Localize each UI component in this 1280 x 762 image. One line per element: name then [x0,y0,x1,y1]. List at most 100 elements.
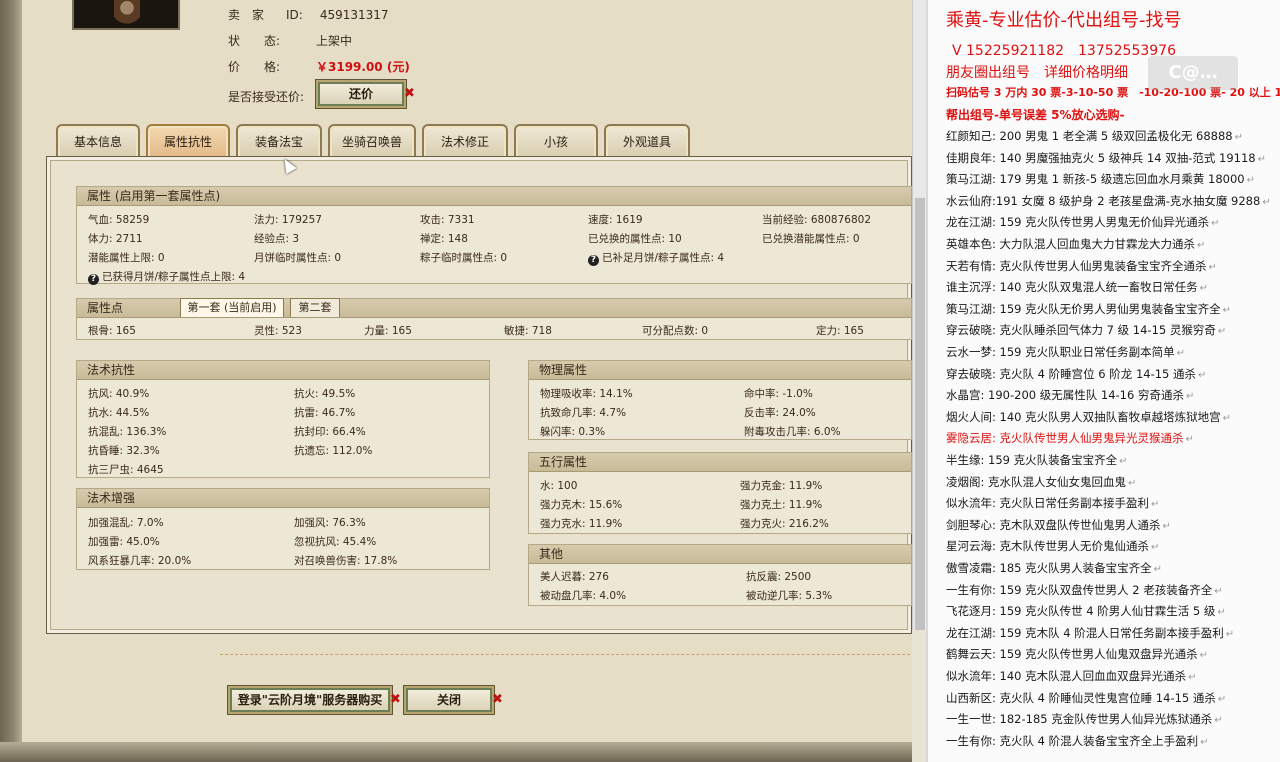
stat-cell: 强力克土: 11.9% [740,499,823,511]
ad-list-item: 似水流年: 140 克木队混人回血血双盘异光通杀 ↵ [946,668,1197,684]
ad-list-item: 似水流年: 克火队日常任务副本接手盈利 ↵ [946,495,1159,511]
ad-list-item-text: 一生有你: 159 克火队双盘传世男人 2 老孩装备齐全 [946,582,1213,597]
paragraph-mark-icon: ↵ [1119,456,1128,467]
stat-cell: 体力: 2711 [88,233,143,245]
ad-panel: 乘黄-专业估价-代出组号-找号 V 15225921182 1375255397… [926,0,1280,762]
stat-cell: 加强风: 76.3% [294,517,366,529]
close-button[interactable]: 关闭 [404,686,494,714]
stat-cell: 已兑换潜能属性点: 0 [762,233,860,245]
tab-attributes-resistance[interactable]: 属性抗性 [146,124,230,158]
stat-cell: 定力: 165 [816,325,864,337]
paragraph-mark-icon: ↵ [1151,499,1160,511]
ad-list-item-text: 一生有你: 克火队 4 阶混人装备宝宝齐全上手盈利 [946,733,1199,748]
divider [220,654,910,655]
seller-id: 459131317 [319,8,389,22]
magic-resistance-title: 法术抗性 [77,361,489,380]
ad-contact: V 15225921182 13752553976 [952,43,1176,59]
stat-cell: 敏捷: 718 [504,325,552,337]
magic-boost-title: 法术增强 [77,489,489,508]
stat-cell: 已兑换的属性点: 10 [588,233,682,245]
close-x-icon: ✖ [492,692,503,707]
stat-cell: 可分配点数: 0 [642,325,709,337]
ad-list-item-text: 半生缘: 159 克火队装备宝宝齐全 [946,453,1118,467]
ad-list-item-text: 龙在江湖: 159 克木队 4 阶混人日常任务副本接手盈利 [946,625,1224,640]
stat-cell: 抗混乱: 136.3% [88,426,167,438]
stat-cell: 附毒攻击几率: 6.0% [744,426,841,438]
ad-list-item-text: 似水流年: 140 克木队混人回血血双盘异光通杀 [946,669,1187,683]
tab-appearance-items[interactable]: 外观道具 [604,124,690,158]
paragraph-mark-icon: ↵ [1211,218,1220,230]
points-set-2-tab[interactable]: 第二套 [290,298,340,317]
id-label: ID: [286,8,303,22]
ad-list-item-text: 策马江湖: 179 男鬼 1 新孩-5 级遗忘回血水月乘黄 18000 [946,172,1245,187]
price-value: ￥3199.00 (元) [316,60,410,74]
paragraph-mark-icon: ↵ [1153,564,1163,575]
ad-list-item-text: 雾隐云居: 克火队传世男人仙男鬼异光灵猴通杀 [946,431,1184,446]
ad-list-item-text: 佳期良年: 140 男魔强抽克火 5 级神兵 14 双抽-范式 19118 [946,150,1256,165]
ad-list-item: 飞花逐月: 159 克火队传世 4 阶男人仙甘霖生活 5 级 ↵ [946,603,1226,619]
ad-list-item: 龙在江湖: 159 克火队传世男人男鬼无价仙异光通杀 ↵ [946,214,1220,230]
ad-list-item: 一生有你: 克火队 4 阶混人装备宝宝齐全上手盈利 ↵ [946,733,1209,749]
ad-list-item: 傲雪凌霜: 185 克火队男人装备宝宝齐全 ↵ [946,560,1162,576]
stat-cell: 攻击: 7331 [420,214,475,226]
tab-basic-info[interactable]: 基本信息 [56,124,140,158]
paragraph-mark-icon: ↵ [1176,348,1186,359]
stat-cell: 当前经验: 680876802 [762,214,871,226]
ad-list-item: 鹤舞云天: 159 克火队传世男人仙鬼双盘异光通杀 ↵ [946,646,1208,662]
seller-row: 卖 家 ID: 459131317 [228,6,389,23]
counter-offer-button[interactable]: 还价 [316,80,406,108]
tab-spell-correction[interactable]: 法术修正 [422,124,508,158]
ad-list-item: 穿去破晓: 克火队 4 阶睡宫位 6 阶龙 14-15 通杀 ↵ [946,366,1206,382]
ad-list-item-text: 策马江湖: 159 克火队无价男人男仙男鬼装备宝宝齐全 [946,301,1221,316]
window-frame-bottom [0,742,912,762]
stat-cell: 灵性: 523 [254,325,302,337]
counter-offer-row: 是否接受还价: [228,88,304,105]
ad-list-item: 佳期良年: 140 男魔强抽克火 5 级神兵 14 双抽-范式 19118 ↵ [946,150,1266,166]
stat-cell: 忽视抗风: 45.4% [294,536,377,548]
stat-cell: 物理吸收率: 14.1% [540,388,633,400]
stat-cell: 加强雷: 45.0% [88,536,160,548]
tab-children[interactable]: 小孩 [514,124,598,158]
close-x-icon: ✖ [404,86,415,101]
paragraph-mark-icon: ↵ [1225,628,1235,640]
ad-list-item-text: 凌烟阁: 克水队混人女仙女鬼回血鬼 [946,474,1127,489]
paragraph-mark-icon: ↵ [1214,585,1223,597]
stat-cell: 强力克木: 15.6% [540,499,623,511]
character-figure-icon [114,0,140,26]
paragraph-mark-icon: ↵ [1234,132,1244,143]
elements-title: 五行属性 [529,453,911,472]
help-icon[interactable]: ? [88,274,99,285]
stat-cell: 抗遗忘: 112.0% [294,445,373,457]
tab-mounts-pets[interactable]: 坐骑召唤兽 [328,124,416,158]
stat-cell: 法力: 179257 [254,214,322,226]
paragraph-mark-icon: ↵ [1217,693,1227,705]
stat-cell: 被动逆几率: 5.3% [746,590,833,602]
ad-list-item-text: 星河云海: 克木队传世男人无价鬼仙通杀 [946,539,1150,554]
ad-list-item-text: 飞花逐月: 159 克火队传世 4 阶男人仙甘霖生活 5 级 [946,604,1216,619]
stat-cell: 命中率: -1.0% [744,388,813,400]
tab-equipment[interactable]: 装备法宝 [236,124,322,158]
counter-offer-label: 是否接受还价: [228,90,305,104]
points-set-1-tab[interactable]: 第一套 (当前启用) [180,298,284,317]
paragraph-mark-icon: ↵ [1185,434,1194,446]
seller-label: 卖 家 [228,8,265,22]
ad-list-item-text: 红颜知己: 200 男鬼 1 老全满 5 级双回孟极化无 68888 [946,129,1233,143]
stat-text: 已补足月饼/粽子属性点: 4 [602,252,725,264]
scrollbar-thumb[interactable] [915,198,925,630]
ad-list-item: 策马江湖: 159 克火队无价男人男仙男鬼装备宝宝齐全 ↵ [946,301,1231,317]
login-buy-button[interactable]: 登录"云阶月境"服务器购买 [228,686,392,714]
stat-cell: 根骨: 165 [88,325,136,337]
page-scrollbar[interactable] [912,0,926,630]
stat-cell: 抗封印: 66.4% [294,426,366,438]
stat-cell: 反击率: 24.0% [744,407,816,419]
ad-list-item: 山西新区: 克火队 4 阶睡仙灵性鬼宫位睡 14-15 通杀 ↵ [946,690,1226,706]
ad-list-item: 水云仙府:191 女魔 8 级护身 2 老孩星盘满-克水抽女魔 9288 ↵ [946,193,1271,209]
stat-cell: 力量: 165 [364,325,412,337]
help-icon[interactable]: ? [588,255,599,266]
paragraph-mark-icon: ↵ [1257,153,1266,165]
paragraph-mark-icon: ↵ [1185,391,1195,403]
stat-cell: 强力克水: 11.9% [540,518,623,530]
price-row: 价 格: ￥3199.00 (元) [228,58,410,75]
paragraph-mark-icon: ↵ [1197,240,1206,251]
ad-list-item-text: 鹤舞云天: 159 克火队传世男人仙鬼双盘异光通杀 [946,647,1198,662]
